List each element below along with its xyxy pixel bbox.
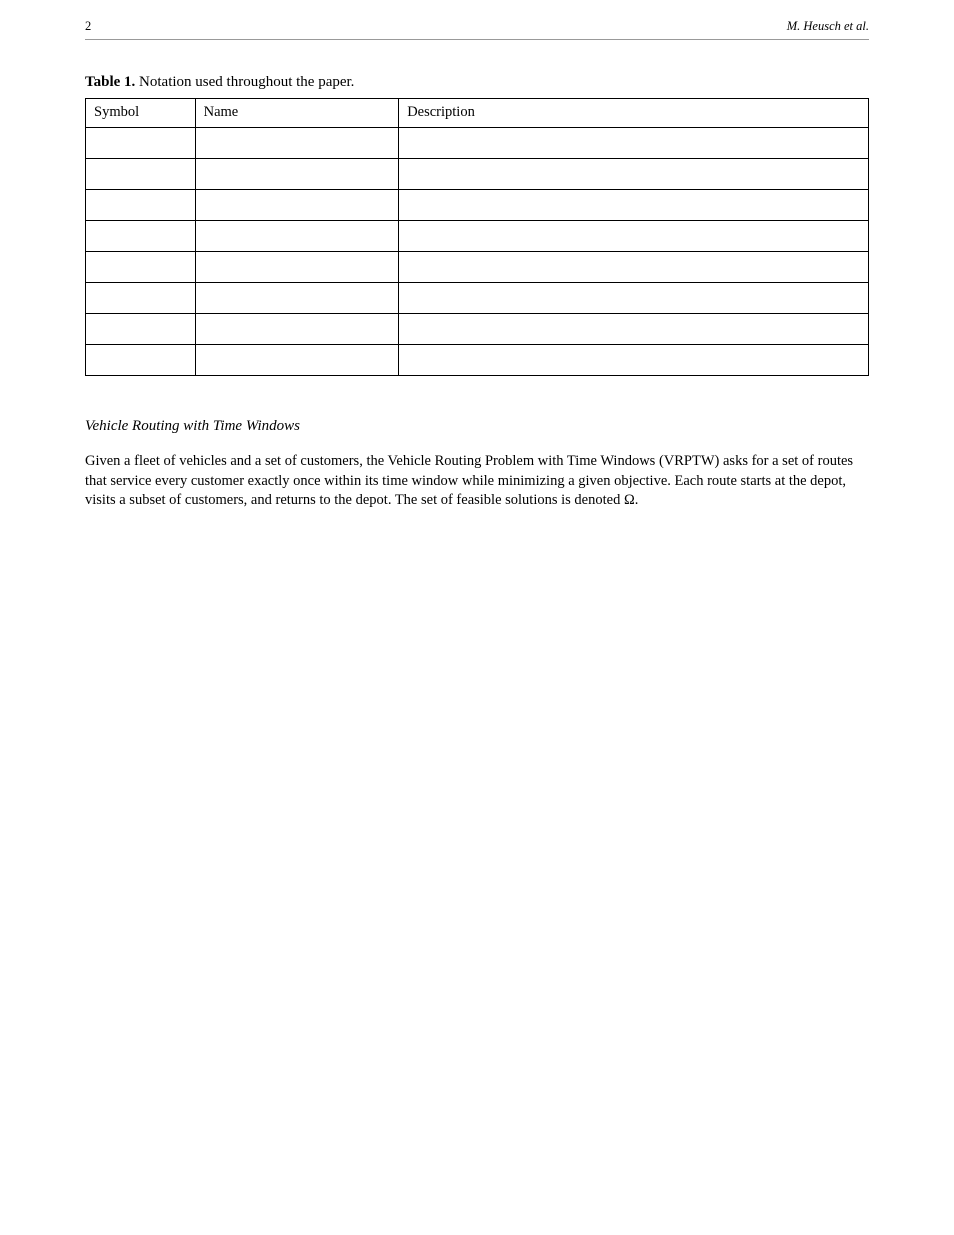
cell-desc	[399, 220, 869, 251]
page-number: 2	[85, 18, 91, 35]
table-row	[86, 158, 869, 189]
table-caption: Table 1. Notation used throughout the pa…	[85, 72, 869, 92]
cell-symbol	[86, 127, 196, 158]
table-caption-prefix: Table 1.	[85, 74, 135, 90]
cell-name	[195, 344, 399, 375]
cell-name	[195, 158, 399, 189]
table-caption-text: Notation used throughout the paper.	[139, 74, 354, 90]
table-header-row: Symbol Name Description	[86, 99, 869, 128]
cell-desc	[399, 158, 869, 189]
section-heading: Vehicle Routing with Time Windows	[85, 416, 869, 436]
table-row	[86, 282, 869, 313]
cell-name	[195, 282, 399, 313]
cell-desc	[399, 189, 869, 220]
table-row	[86, 251, 869, 282]
cell-name	[195, 189, 399, 220]
cell-name	[195, 251, 399, 282]
cell-desc	[399, 251, 869, 282]
table-row	[86, 313, 869, 344]
cell-desc	[399, 282, 869, 313]
cell-symbol	[86, 158, 196, 189]
cell-desc	[399, 127, 869, 158]
cell-symbol	[86, 220, 196, 251]
table-row	[86, 344, 869, 375]
cell-name	[195, 220, 399, 251]
col-header-name: Name	[195, 99, 399, 128]
table-row	[86, 220, 869, 251]
cell-desc	[399, 344, 869, 375]
header-authors: M. Heusch et al.	[787, 18, 869, 35]
cell-name	[195, 127, 399, 158]
page-header: 2 M. Heusch et al.	[85, 0, 869, 40]
col-header-description: Description	[399, 99, 869, 128]
cell-name	[195, 313, 399, 344]
table-row	[86, 189, 869, 220]
cell-symbol	[86, 344, 196, 375]
cell-symbol	[86, 282, 196, 313]
cell-desc	[399, 313, 869, 344]
cell-symbol	[86, 189, 196, 220]
cell-symbol	[86, 251, 196, 282]
notation-table: Symbol Name Description	[85, 98, 869, 376]
body-paragraph: Given a fleet of vehicles and a set of c…	[85, 452, 869, 511]
col-header-symbol: Symbol	[86, 99, 196, 128]
table-row	[86, 127, 869, 158]
cell-symbol	[86, 313, 196, 344]
